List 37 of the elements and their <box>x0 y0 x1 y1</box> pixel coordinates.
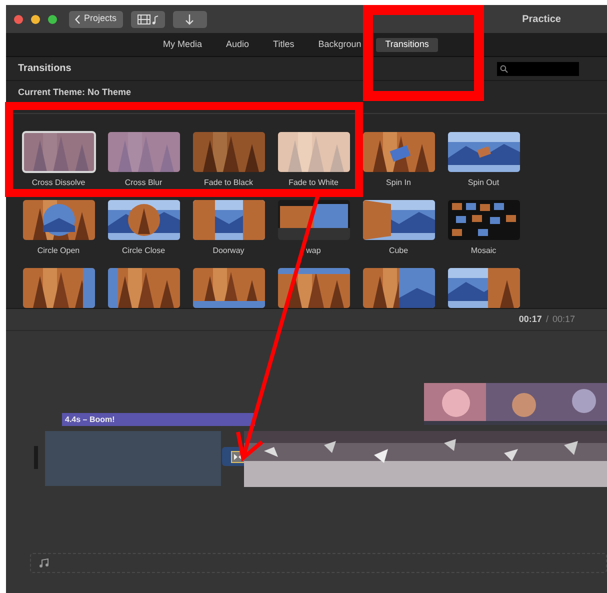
tab[interactable]: Audio <box>217 38 258 52</box>
music-note-icon <box>39 558 49 568</box>
total-time: 00:17 <box>552 312 575 326</box>
projects-button[interactable]: Projects <box>69 10 123 28</box>
chevron-left-icon <box>75 14 80 24</box>
transition-label: Doorway <box>212 245 244 257</box>
transition-label: Cross Blur <box>124 177 162 189</box>
panel-title: Transitions <box>18 62 72 76</box>
transition-label: Fade to Black <box>204 177 253 189</box>
zoom-icon[interactable] <box>48 14 57 24</box>
close-icon[interactable] <box>14 14 23 24</box>
import-button[interactable] <box>172 10 207 28</box>
window-title: Practice <box>522 12 561 26</box>
transition-label: Spin Out <box>468 177 500 189</box>
transition-label: Cube <box>388 245 408 257</box>
search-field[interactable] <box>497 62 579 76</box>
tab[interactable]: My Media <box>154 38 212 52</box>
blank-clip[interactable] <box>45 431 221 486</box>
transition-label: Circle Open <box>37 245 80 257</box>
time-separator: / <box>546 312 548 326</box>
transition-label: wap <box>306 245 321 257</box>
transition-label: Spin In <box>386 177 411 189</box>
down-arrow-icon <box>185 14 194 24</box>
transition-label: Fade to White <box>288 177 338 189</box>
tab[interactable]: Titles <box>264 38 304 52</box>
theme-label: Current Theme: No Theme <box>18 87 132 97</box>
transition-label: Mosaic <box>470 245 496 257</box>
current-time: 00:17 <box>518 312 542 326</box>
tab[interactable]: Transitions <box>376 38 438 52</box>
title-clip[interactable]: 4.4s – Boom! <box>62 413 255 426</box>
film-music-icon <box>136 14 159 24</box>
transition-label: Cross Dissolve <box>32 177 86 189</box>
tab[interactable]: Backgroun <box>309 38 370 52</box>
search-icon <box>500 64 508 72</box>
media-button[interactable] <box>130 10 165 28</box>
transition-label: Circle Close <box>122 245 166 257</box>
minimize-icon[interactable] <box>31 14 40 24</box>
